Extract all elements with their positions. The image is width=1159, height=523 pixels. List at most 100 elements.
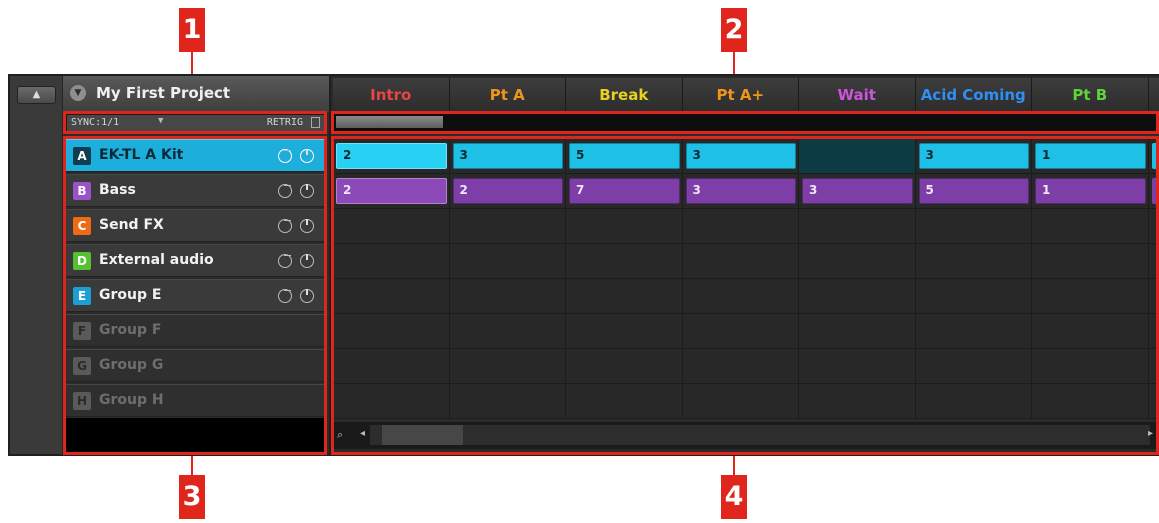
grid-cell[interactable] xyxy=(915,314,1032,349)
pattern-clip[interactable]: 3 xyxy=(918,143,1029,169)
grid-cell[interactable] xyxy=(1148,279,1159,314)
grid-cell[interactable] xyxy=(566,314,683,349)
grid-cell[interactable] xyxy=(682,209,799,244)
section-header[interactable]: Pt A xyxy=(449,78,566,112)
grid-cell[interactable] xyxy=(449,209,566,244)
grid-cell[interactable] xyxy=(333,209,450,244)
pattern-clip[interactable]: 5 xyxy=(569,143,680,169)
grid-cell[interactable] xyxy=(915,384,1032,419)
grid-cell[interactable] xyxy=(449,314,566,349)
section-header[interactable]: Break xyxy=(566,78,683,112)
grid-cell[interactable] xyxy=(449,349,566,384)
pattern-clip[interactable]: 7 xyxy=(569,178,680,204)
group-row-g[interactable]: G Group G xyxy=(66,349,324,382)
volume-knob-icon[interactable] xyxy=(300,219,314,233)
volume-knob-icon[interactable] xyxy=(300,149,314,163)
group-row-b[interactable]: B Bass xyxy=(66,174,324,207)
grid-cell[interactable] xyxy=(1032,244,1149,279)
grid-cell[interactable] xyxy=(566,209,683,244)
pattern-clip[interactable]: 3 xyxy=(802,178,913,204)
section-header[interactable]: Pt B xyxy=(1032,78,1149,112)
project-menu-icon[interactable]: ▼ xyxy=(70,85,86,101)
grid-cell[interactable] xyxy=(449,244,566,279)
sync-dropdown[interactable]: SYNC:1/1 xyxy=(71,117,119,128)
swing-knob-icon[interactable] xyxy=(278,219,292,233)
pattern-clip[interactable]: 2 xyxy=(452,178,563,204)
grid-cell[interactable] xyxy=(1148,384,1159,419)
pattern-clip[interactable]: 5 xyxy=(918,178,1029,204)
group-row-e[interactable]: E Group E xyxy=(66,279,324,312)
grid-cell[interactable] xyxy=(682,244,799,279)
grid-cell[interactable] xyxy=(682,384,799,419)
grid-cell[interactable] xyxy=(333,314,450,349)
group-row-h[interactable]: H Group H xyxy=(66,384,324,417)
swing-knob-icon[interactable] xyxy=(278,184,292,198)
grid-cell[interactable] xyxy=(566,244,683,279)
grid-cell[interactable] xyxy=(1148,314,1159,349)
grid-cell[interactable] xyxy=(682,314,799,349)
pattern-clip-partial[interactable] xyxy=(1151,143,1158,169)
pattern-clip[interactable]: 3 xyxy=(685,143,796,169)
grid-cell[interactable] xyxy=(449,384,566,419)
group-row-a[interactable]: A EK-TL A Kit xyxy=(66,139,324,172)
loop-range-bar[interactable] xyxy=(336,116,443,128)
scroll-left-icon[interactable]: ◂ xyxy=(360,428,365,439)
grid-cell[interactable] xyxy=(1148,349,1159,384)
section-header[interactable]: Wait xyxy=(799,78,916,112)
grid-cell[interactable] xyxy=(1148,244,1159,279)
grid-cell[interactable] xyxy=(915,244,1032,279)
section-header[interactable]: Pt A+ xyxy=(682,78,799,112)
group-row-c[interactable]: C Send FX xyxy=(66,209,324,242)
scroll-track[interactable] xyxy=(370,425,1150,445)
grid-cell[interactable] xyxy=(682,349,799,384)
grid-cell[interactable] xyxy=(799,384,916,419)
grid-cell[interactable] xyxy=(1032,209,1149,244)
pattern-clip[interactable]: 1 xyxy=(1035,178,1146,204)
grid-cell[interactable] xyxy=(566,384,683,419)
grid-cell[interactable] xyxy=(915,279,1032,314)
grid-cell[interactable] xyxy=(1032,314,1149,349)
section-header[interactable]: Intro xyxy=(333,78,450,112)
grid-cell[interactable] xyxy=(1032,279,1149,314)
section-header[interactable]: Acid Coming xyxy=(915,78,1032,112)
grid-cell[interactable] xyxy=(682,279,799,314)
grid-cell[interactable] xyxy=(799,139,916,174)
volume-knob-icon[interactable] xyxy=(300,184,314,198)
loop-range-row[interactable] xyxy=(333,114,1159,131)
grid-cell[interactable] xyxy=(799,209,916,244)
chevron-down-icon[interactable]: ▼ xyxy=(158,116,163,126)
pattern-clip[interactable]: 2 xyxy=(336,143,447,169)
grid-cell[interactable] xyxy=(333,244,450,279)
pattern-clip[interactable]: 2 xyxy=(336,178,447,204)
pattern-clip[interactable]: 3 xyxy=(685,178,796,204)
pattern-clip[interactable]: 3 xyxy=(452,143,563,169)
grid-cell[interactable] xyxy=(915,349,1032,384)
scroll-thumb[interactable] xyxy=(382,425,463,445)
grid-cell[interactable] xyxy=(915,209,1032,244)
scroll-right-icon[interactable]: ▸ xyxy=(1148,428,1153,439)
grid-cell[interactable] xyxy=(566,279,683,314)
swing-knob-icon[interactable] xyxy=(278,254,292,268)
volume-knob-icon[interactable] xyxy=(300,289,314,303)
grid-cell[interactable] xyxy=(799,244,916,279)
collapse-button[interactable]: ▲ xyxy=(17,86,56,104)
grid-cell[interactable] xyxy=(799,314,916,349)
grid-cell[interactable] xyxy=(1032,349,1149,384)
zoom-icon[interactable]: ⌕ xyxy=(337,428,343,442)
pattern-clip[interactable]: 1 xyxy=(1035,143,1146,169)
grid-cell[interactable] xyxy=(333,384,450,419)
group-row-f[interactable]: F Group F xyxy=(66,314,324,347)
pattern-clip-partial[interactable] xyxy=(1151,178,1158,204)
grid-cell[interactable] xyxy=(566,349,683,384)
grid-cell[interactable] xyxy=(449,279,566,314)
grid-cell[interactable] xyxy=(799,349,916,384)
grid-cell[interactable] xyxy=(799,279,916,314)
grid-cell[interactable] xyxy=(333,349,450,384)
grid-cell[interactable] xyxy=(1148,209,1159,244)
grid-cell[interactable] xyxy=(333,279,450,314)
group-row-d[interactable]: D External audio xyxy=(66,244,324,277)
swing-knob-icon[interactable] xyxy=(278,289,292,303)
swing-knob-icon[interactable] xyxy=(278,149,292,163)
volume-knob-icon[interactable] xyxy=(300,254,314,268)
retrig-checkbox[interactable] xyxy=(311,117,320,128)
